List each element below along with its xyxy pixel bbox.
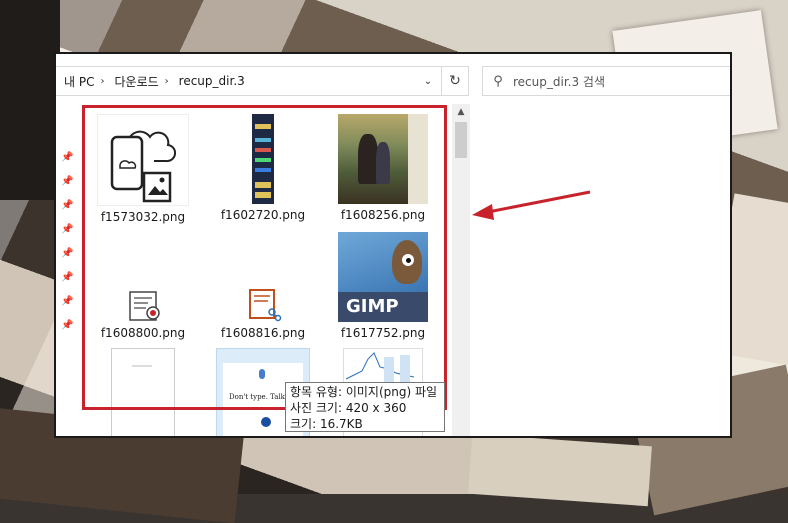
- pin-icon[interactable]: 📌: [61, 248, 73, 259]
- document-settings-icon: [98, 232, 188, 322]
- painting-thumbnail-icon: [338, 114, 428, 204]
- doc-snippet-text: Don't type. Talk|: [229, 393, 288, 401]
- breadcrumb-this-pc[interactable]: 내 PC: [56, 73, 98, 90]
- address-dropdown-icon[interactable]: ⌄: [414, 66, 442, 96]
- file-item[interactable]: f1602720.png: [208, 114, 318, 222]
- tooltip-item-type: 항목 유형: 이미지(png) 파일: [290, 385, 438, 399]
- document-share-icon: [218, 232, 308, 322]
- scrollbar-thumb[interactable]: [455, 122, 467, 158]
- pin-icon[interactable]: 📌: [61, 200, 73, 211]
- file-explorer-window: 내 PC › 다운로드 › recup_dir.3 ⌄ ↻ ⚲ recup_di…: [54, 52, 732, 438]
- pin-icon[interactable]: 📌: [61, 320, 73, 331]
- file-item[interactable]: f1608816.png: [208, 232, 318, 340]
- file-name: f1573032.png: [100, 210, 186, 224]
- refresh-button[interactable]: ↻: [441, 66, 469, 96]
- file-name: f1608256.png: [340, 208, 426, 222]
- gimp-logo-icon: GIMP: [338, 232, 428, 322]
- refresh-icon: ↻: [449, 73, 461, 89]
- cloud-phone-image-icon: [97, 114, 189, 206]
- file-name: f1608816.png: [220, 326, 306, 340]
- file-name: f1617752.png: [340, 326, 426, 340]
- file-item[interactable]: [88, 348, 198, 436]
- tooltip-dimensions: 사진 크기: 420 x 360: [290, 401, 407, 415]
- vertical-scrollbar[interactable]: ▲: [452, 104, 470, 436]
- file-info-tooltip: 항목 유형: 이미지(png) 파일 사진 크기: 420 x 360 크기: …: [285, 382, 445, 432]
- file-name: f1602720.png: [220, 208, 306, 222]
- scroll-up-icon[interactable]: ▲: [452, 104, 470, 120]
- tooltip-file-size: 크기: 16.7KB: [290, 417, 363, 431]
- pin-icon[interactable]: 📌: [61, 152, 73, 163]
- pin-icon[interactable]: 📌: [61, 224, 73, 235]
- chevron-right-icon[interactable]: ›: [163, 76, 171, 87]
- breadcrumb-downloads[interactable]: 다운로드: [106, 73, 162, 90]
- search-icon: ⚲: [493, 73, 503, 89]
- address-bar[interactable]: 내 PC › 다운로드 › recup_dir.3: [56, 66, 468, 96]
- pin-icon[interactable]: 📌: [61, 296, 73, 307]
- file-item[interactable]: f1573032.png: [88, 114, 198, 224]
- file-name: f1608800.png: [100, 326, 186, 340]
- address-toolbar: 내 PC › 다운로드 › recup_dir.3 ⌄ ↻ ⚲ recup_di…: [56, 54, 730, 98]
- file-item[interactable]: f1608256.png: [328, 114, 438, 222]
- navigation-pane: 📌 📌 📌 📌 📌 📌 📌 📌: [56, 104, 78, 436]
- gimp-wordmark: GIMP: [346, 296, 399, 317]
- pin-icon[interactable]: 📌: [61, 176, 73, 187]
- breadcrumb-recup-dir[interactable]: recup_dir.3: [171, 74, 249, 88]
- vertical-banner-icon: [252, 114, 274, 204]
- file-item[interactable]: f1608800.png: [88, 232, 198, 340]
- pin-icon[interactable]: 📌: [61, 272, 73, 283]
- file-item[interactable]: GIMP f1617752.png: [328, 232, 438, 340]
- document-thumbnail-icon: [111, 348, 175, 436]
- search-placeholder: recup_dir.3 검색: [513, 74, 606, 89]
- search-box[interactable]: ⚲ recup_dir.3 검색: [482, 66, 730, 96]
- chevron-right-icon[interactable]: ›: [98, 76, 106, 87]
